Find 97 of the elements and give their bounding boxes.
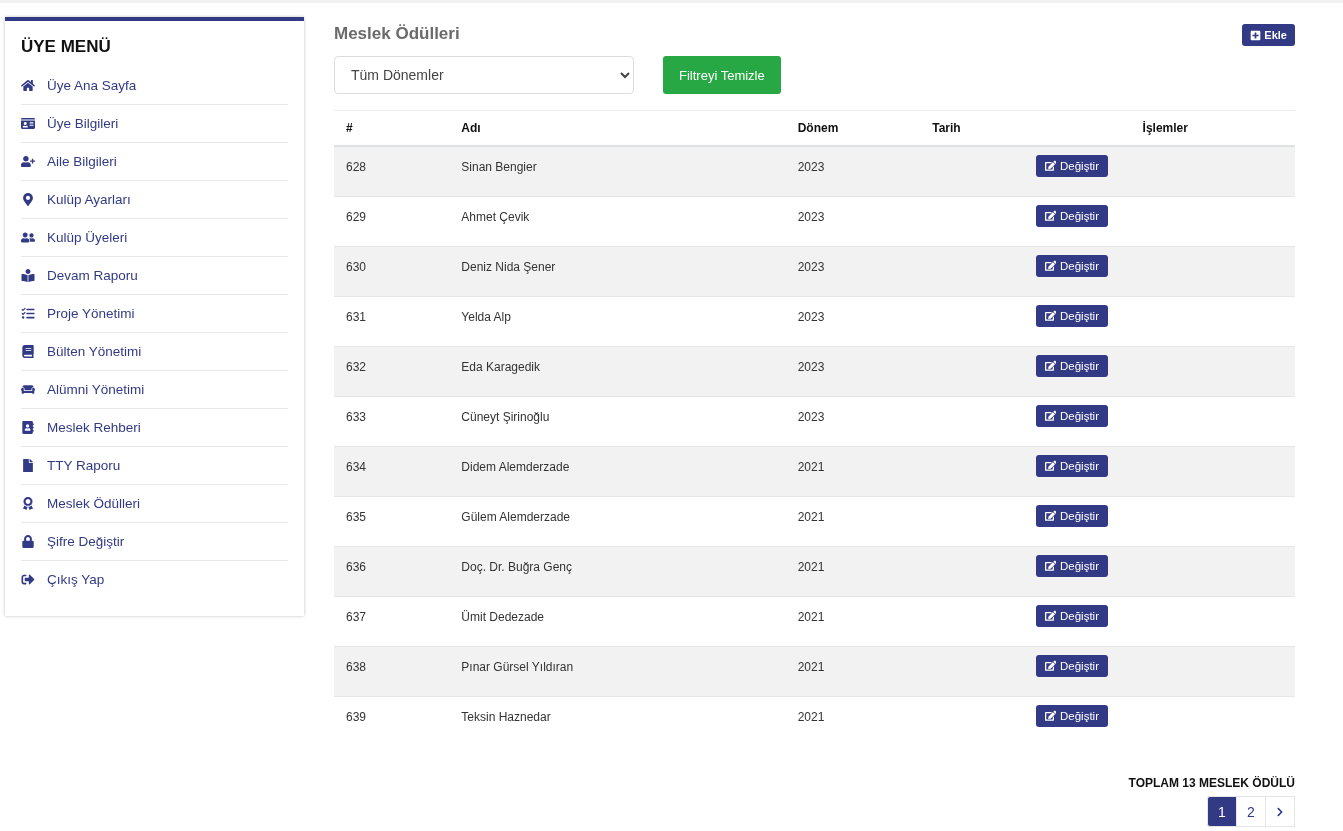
- id-card-icon: [21, 117, 35, 130]
- table-cell: 2021: [785, 646, 921, 696]
- table-cell: 633: [334, 396, 450, 446]
- table-cell: Ahmet Çevik: [449, 196, 786, 246]
- checklist-icon: [21, 307, 35, 320]
- table-cell: 2023: [785, 346, 921, 396]
- edit-icon: [1044, 209, 1056, 222]
- table-cell: Eda Karagedik: [449, 346, 786, 396]
- table-cell: 634: [334, 446, 450, 496]
- couch-icon: [21, 383, 35, 396]
- add-button[interactable]: Ekle: [1242, 24, 1295, 46]
- edit-button[interactable]: Değiştir: [1035, 454, 1108, 477]
- edit-button[interactable]: Değiştir: [1035, 304, 1108, 327]
- sidebar-item[interactable]: Kulüp Ayarları: [21, 181, 288, 219]
- page-button[interactable]: 2: [1236, 796, 1266, 827]
- edit-icon: [1044, 659, 1056, 672]
- chevron-right-icon: [1275, 806, 1285, 817]
- home-icon: [21, 79, 35, 92]
- edit-icon: [1044, 359, 1056, 372]
- period-select[interactable]: Tüm Dönemler: [334, 56, 634, 94]
- table-cell: 630: [334, 246, 450, 296]
- table-cell: 2021: [785, 546, 921, 596]
- edit-icon: [1044, 259, 1056, 272]
- page-button[interactable]: 1: [1207, 796, 1237, 827]
- sidebar-item[interactable]: Kulüp Üyeleri: [21, 219, 288, 257]
- edit-icon: [1044, 409, 1056, 422]
- edit-button[interactable]: Değiştir: [1035, 504, 1108, 527]
- table-cell: Didem Alemderzade: [449, 446, 786, 496]
- table-cell: Gülem Alemderzade: [449, 496, 786, 546]
- edit-button[interactable]: Değiştir: [1035, 654, 1108, 677]
- sidebar-item[interactable]: Bülten Yönetimi: [21, 333, 288, 371]
- table-cell: 639: [334, 696, 450, 746]
- sidebar-item[interactable]: Aile Bilgileri: [21, 143, 288, 181]
- table-cell: 629: [334, 196, 450, 246]
- table-cell: 2023: [785, 196, 921, 246]
- edit-icon: [1044, 459, 1056, 472]
- sidebar-item[interactable]: Alümni Yönetimi: [21, 371, 288, 409]
- sidebar-item[interactable]: Üye Ana Sayfa: [21, 67, 288, 105]
- table-cell: Cüneyt Şirinoğlu: [449, 396, 786, 446]
- table-cell: Pınar Gürsel Yıldıran: [449, 646, 786, 696]
- user-plus-icon: [21, 155, 35, 168]
- table-cell: Teksin Haznedar: [449, 696, 786, 746]
- sidebar-item[interactable]: Üye Bilgileri: [21, 105, 288, 143]
- table-cell: 2023: [785, 146, 921, 196]
- table-cell: 2023: [785, 246, 921, 296]
- edit-button[interactable]: Değiştir: [1035, 604, 1108, 627]
- table-cell: Ümit Dedezade: [449, 596, 786, 646]
- edit-button[interactable]: Değiştir: [1035, 704, 1108, 727]
- table-cell: 635: [334, 496, 450, 546]
- table-cell: Sinan Bengier: [449, 146, 786, 196]
- table-cell: 636: [334, 546, 450, 596]
- sidebar-item[interactable]: TTY Raporu: [21, 447, 288, 485]
- edit-icon: [1044, 309, 1056, 322]
- edit-icon: [1044, 559, 1056, 572]
- sidebar-item[interactable]: Proje Yönetimi: [21, 295, 288, 333]
- table-cell: 631: [334, 296, 450, 346]
- edit-icon: [1044, 509, 1056, 522]
- table-cell: 2023: [785, 296, 921, 346]
- sidebar-item[interactable]: Meslek Ödülleri: [21, 485, 288, 523]
- edit-icon: [1044, 709, 1056, 722]
- next-page-button[interactable]: [1265, 796, 1295, 827]
- table-cell: 2021: [785, 696, 921, 746]
- table-cell: Deniz Nida Şener: [449, 246, 786, 296]
- table-cell: 2023: [785, 396, 921, 446]
- table-cell: 637: [334, 596, 450, 646]
- book-icon: [21, 345, 35, 358]
- map-pin-icon: [21, 193, 35, 206]
- sidebar-item[interactable]: Devam Raporu: [21, 257, 288, 295]
- award-icon: [21, 497, 35, 510]
- edit-button[interactable]: Değiştir: [1035, 204, 1108, 227]
- sidebar-title: ÜYE MENÜ: [21, 37, 112, 57]
- edit-icon: [1044, 160, 1056, 172]
- edit-button[interactable]: Değiştir: [1035, 155, 1108, 177]
- edit-button[interactable]: Değiştir: [1035, 254, 1108, 277]
- address-book-icon: [21, 421, 35, 434]
- users-icon: [21, 231, 35, 244]
- edit-button[interactable]: Değiştir: [1035, 554, 1108, 577]
- sidebar-item[interactable]: Meslek Rehberi: [21, 409, 288, 447]
- sidebar-item[interactable]: Şifre Değiştir: [21, 523, 288, 561]
- file-icon: [21, 459, 35, 472]
- table-cell: Doç. Dr. Buğra Genç: [449, 546, 786, 596]
- table-cell: 2021: [785, 496, 921, 546]
- book-reader-icon: [21, 269, 35, 282]
- table-cell: Yelda Alp: [449, 296, 786, 346]
- total-count: TOPLAM 13 MESLEK ÖDÜLÜ: [1128, 776, 1295, 790]
- page-title: Meslek Ödülleri: [334, 24, 460, 44]
- table-cell: 2021: [785, 446, 921, 496]
- edit-icon: [1044, 609, 1056, 622]
- edit-button[interactable]: Değiştir: [1035, 404, 1108, 427]
- edit-button[interactable]: Değiştir: [1035, 354, 1108, 377]
- table-cell: 2021: [785, 596, 921, 646]
- sidebar-item[interactable]: Çıkış Yap: [21, 561, 288, 598]
- table-cell: 628: [334, 146, 450, 196]
- lock-icon: [21, 535, 35, 548]
- sign-out-icon: [21, 573, 35, 586]
- table-cell: 632: [334, 346, 450, 396]
- table-cell: 638: [334, 646, 450, 696]
